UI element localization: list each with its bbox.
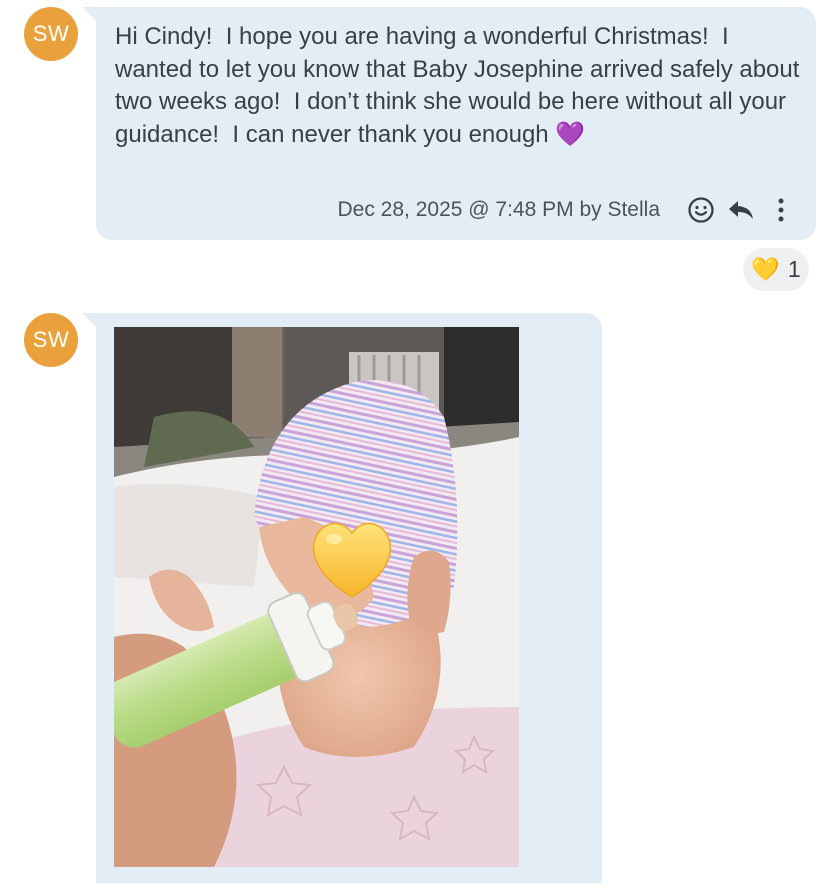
baby-photo[interactable] bbox=[114, 327, 519, 867]
reply-icon[interactable] bbox=[726, 195, 756, 225]
sender-avatar[interactable]: SW bbox=[24, 313, 78, 367]
reaction-count: 1 bbox=[787, 256, 801, 282]
message-timestamp: Dec 28, 2025 @ 7:48 PM by Stella bbox=[337, 198, 661, 221]
more-vertical-icon[interactable] bbox=[766, 195, 796, 225]
message-bubble: Hi Cindy! I hope you are having a wonder… bbox=[96, 7, 816, 240]
reaction-pill[interactable]: 💛 1 bbox=[743, 248, 809, 291]
yellow-heart-icon: 💛 bbox=[751, 256, 780, 282]
message-text: Hi Cindy! I hope you are having a wonder… bbox=[115, 23, 807, 148]
sender-avatar[interactable]: SW bbox=[24, 7, 78, 61]
smiley-icon[interactable] bbox=[686, 195, 716, 225]
image-message-bubble bbox=[96, 313, 602, 883]
message-meta-row: Dec 28, 2025 @ 7:48 PM by Stella bbox=[96, 195, 796, 225]
